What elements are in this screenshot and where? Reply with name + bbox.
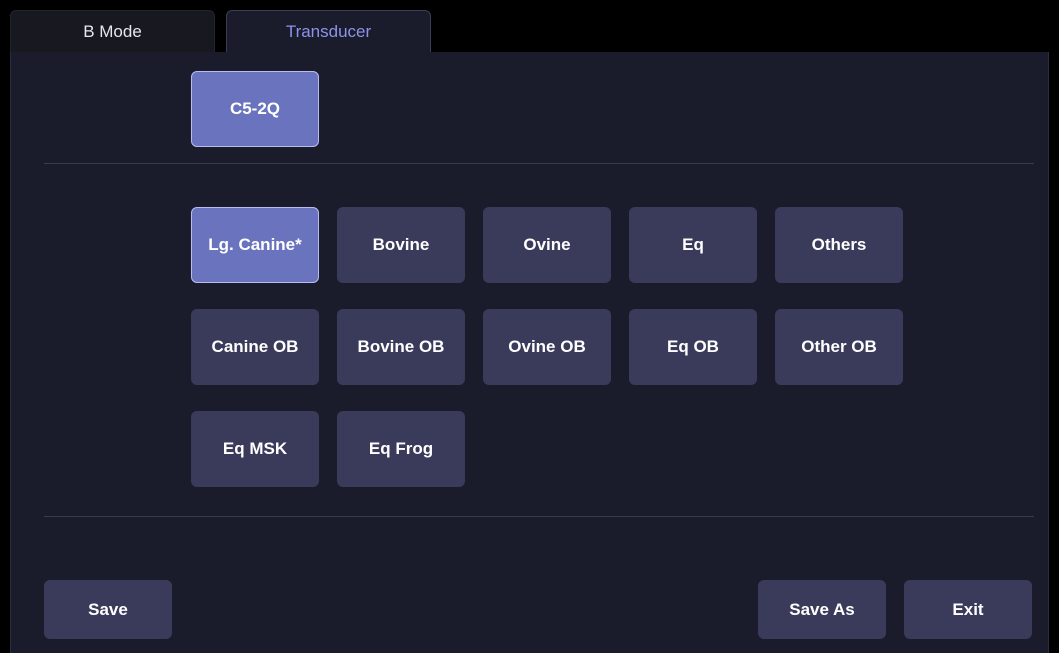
preset-button-lg-canine[interactable]: Lg. Canine* <box>191 207 319 283</box>
exit-button[interactable]: Exit <box>904 580 1032 639</box>
save-as-button[interactable]: Save As <box>758 580 886 639</box>
divider-bottom <box>44 516 1034 517</box>
window: B Mode Transducer C5-2Q Lg. Canine* Bovi… <box>0 0 1059 653</box>
transducer-button-c5-2q[interactable]: C5-2Q <box>191 71 319 147</box>
preset-button-other-ob[interactable]: Other OB <box>775 309 903 385</box>
preset-button-bovine[interactable]: Bovine <box>337 207 465 283</box>
preset-button-others[interactable]: Others <box>775 207 903 283</box>
preset-button-canine-ob[interactable]: Canine OB <box>191 309 319 385</box>
divider-top <box>44 163 1034 164</box>
preset-button-bovine-ob[interactable]: Bovine OB <box>337 309 465 385</box>
preset-button-eq-frog[interactable]: Eq Frog <box>337 411 465 487</box>
preset-button-eq-ob[interactable]: Eq OB <box>629 309 757 385</box>
tab-b-mode[interactable]: B Mode <box>10 10 215 52</box>
preset-button-eq[interactable]: Eq <box>629 207 757 283</box>
save-button[interactable]: Save <box>44 580 172 639</box>
preset-button-ovine-ob[interactable]: Ovine OB <box>483 309 611 385</box>
preset-button-ovine[interactable]: Ovine <box>483 207 611 283</box>
tab-transducer[interactable]: Transducer <box>226 10 431 53</box>
preset-button-eq-msk[interactable]: Eq MSK <box>191 411 319 487</box>
tab-bar: B Mode Transducer <box>10 10 1050 53</box>
transducer-panel: C5-2Q Lg. Canine* Bovine Ovine Eq Others… <box>10 52 1049 653</box>
